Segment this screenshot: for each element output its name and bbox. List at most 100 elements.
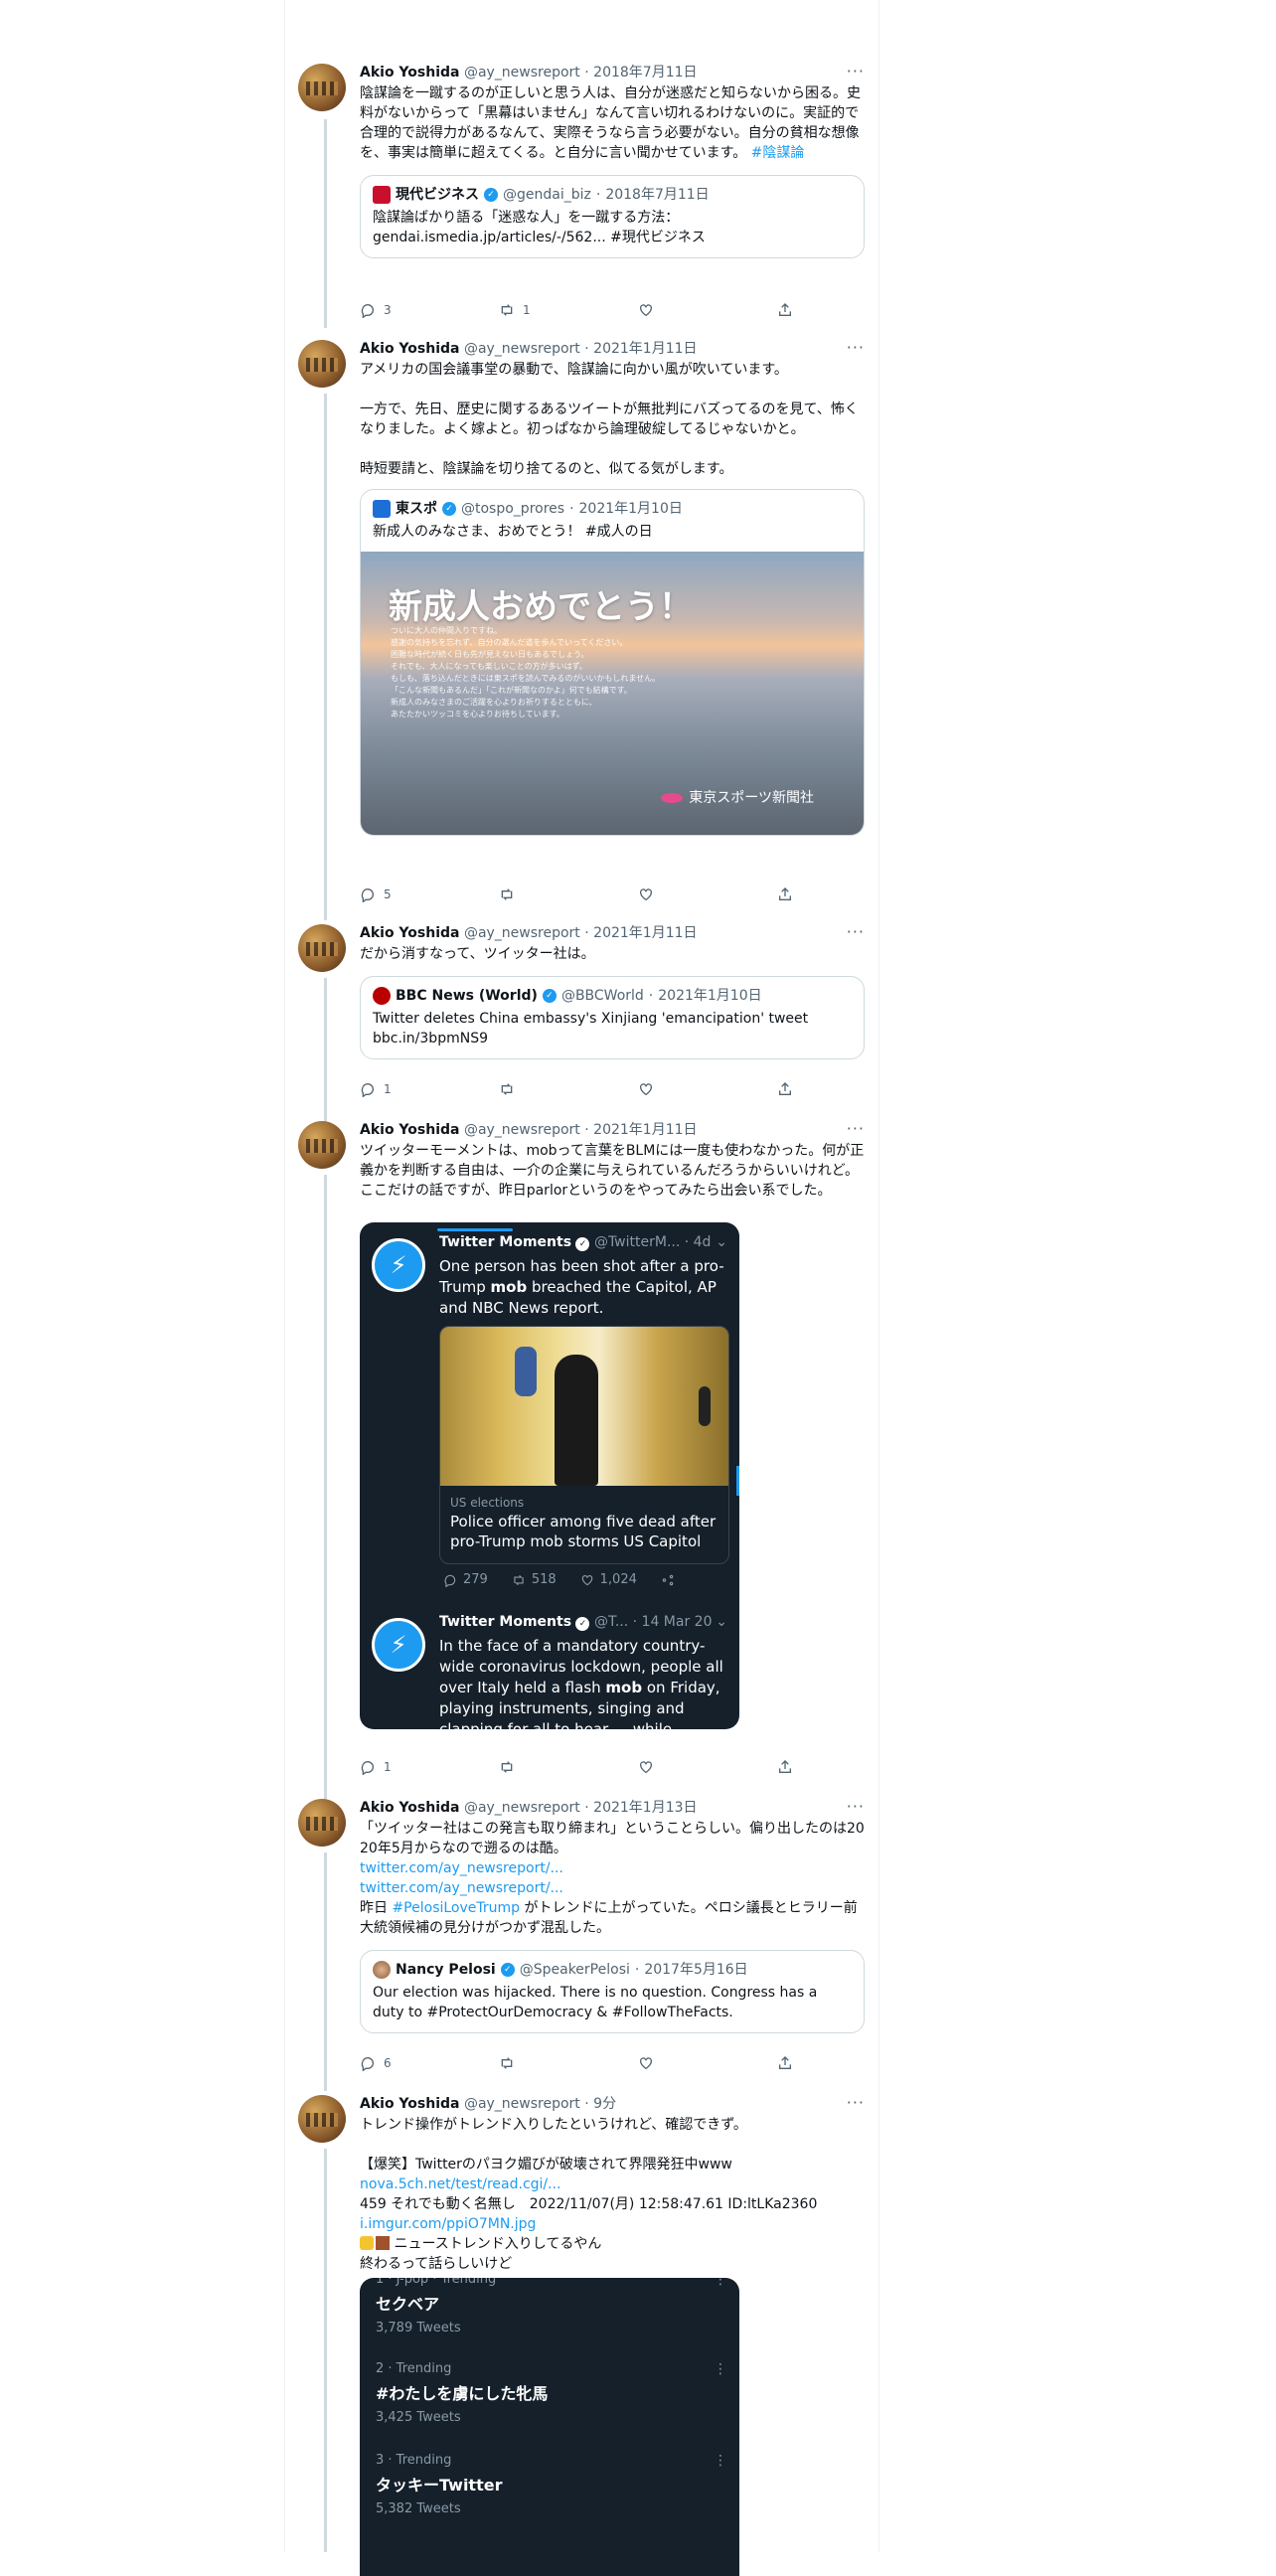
reply-button[interactable]: 3: [360, 300, 469, 320]
share-button[interactable]: [777, 2053, 797, 2073]
tweet-date[interactable]: 2021年1月11日: [593, 341, 697, 357]
timeline-right-border: [878, 0, 879, 2552]
retweet-button[interactable]: 1: [499, 300, 608, 320]
reply-button[interactable]: 5: [360, 885, 469, 904]
twitter-moments-avatar-icon[interactable]: [372, 1618, 425, 1672]
trend-name: タッキーTwitter: [376, 2476, 503, 2495]
quote-author-name: 現代ビジネス: [396, 187, 479, 203]
author-handle[interactable]: @ay_newsreport: [464, 65, 580, 80]
more-options-icon[interactable]: ···: [847, 922, 865, 941]
hashtag-link[interactable]: #PelosiLoveTrump: [392, 1900, 520, 1916]
like-button[interactable]: [638, 1757, 747, 1777]
author-name[interactable]: Akio Yoshida: [360, 1122, 459, 1138]
more-options-icon[interactable]: ···: [847, 1797, 865, 1816]
author-handle[interactable]: @ay_newsreport: [464, 2096, 580, 2112]
tweet-link[interactable]: i.imgur.com/ppiO7MN.jpg: [360, 2214, 865, 2234]
tweet-date[interactable]: 2021年1月11日: [593, 1122, 697, 1138]
avatar[interactable]: [298, 340, 346, 388]
tweet-date[interactable]: 9分: [593, 2096, 616, 2112]
twitter-moments-avatar-icon[interactable]: [372, 1238, 425, 1292]
quote-tweet[interactable]: BBC News (World) ✓ @BBCWorld · 2021年1月10…: [360, 976, 865, 1059]
reply-icon: [361, 1082, 374, 1097]
avatar[interactable]: [298, 1121, 346, 1169]
author-handle[interactable]: @ay_newsreport: [464, 1122, 580, 1138]
share-button[interactable]: [777, 1757, 797, 1777]
trend-item[interactable]: 1 · J-pop · Trending セクベア 3,789 Tweets ⋮: [376, 2278, 727, 2335]
tweet-text: 「ツイッター社はこの発言も取り締まれ」ということらしい。偏り出したのは2020年…: [360, 1819, 865, 1938]
retweet-button[interactable]: [499, 1079, 608, 1099]
author-handle[interactable]: @ay_newsreport: [464, 925, 580, 941]
progress-bar: [437, 1228, 513, 1231]
trend-item[interactable]: 2 · Trending #わたしを虜にした牝馬 3,425 Tweets ⋮: [376, 2361, 727, 2425]
more-options-icon[interactable]: ···: [847, 338, 865, 357]
author-handle[interactable]: @ay_newsreport: [464, 341, 580, 357]
more-options-icon[interactable]: ⋮: [714, 2361, 727, 2377]
avatar[interactable]: [298, 1799, 346, 1847]
author-name[interactable]: Akio Yoshida: [360, 65, 459, 80]
tweet-link[interactable]: nova.5ch.net/test/read.cgi/...: [360, 2174, 865, 2194]
more-options-icon[interactable]: ···: [847, 2093, 865, 2112]
separator: ·: [584, 341, 589, 357]
more-options-icon[interactable]: ⋮: [714, 2278, 727, 2288]
like-button[interactable]: 1,024: [580, 1572, 637, 1587]
tweet-header: Akio Yoshida @ay_newsreport · 2021年1月13日: [360, 1799, 865, 1817]
quote-date: 2018年7月11日: [605, 187, 710, 203]
author-name[interactable]: Akio Yoshida: [360, 341, 459, 357]
tweet-date[interactable]: 2018年7月11日: [593, 65, 697, 80]
bbc-logo-icon: [373, 987, 391, 1005]
avatar[interactable]: [298, 64, 346, 111]
moments-embed[interactable]: Twitter Moments ✓ @TwitterM... · 4d ⌄ On…: [360, 1222, 739, 1729]
like-button[interactable]: [638, 300, 747, 320]
trend-item[interactable]: 3 · Trending タッキーTwitter 5,382 Tweets ⋮: [376, 2453, 727, 2516]
tweet-date[interactable]: 2021年1月13日: [593, 1800, 697, 1816]
quote-tweet[interactable]: 現代ビジネス ✓ @gendai_biz · 2018年7月11日 陰謀論ばかり…: [360, 175, 865, 258]
author-handle[interactable]: @ay_newsreport: [464, 1800, 580, 1816]
reply-button[interactable]: 1: [360, 1757, 469, 1777]
tweet-actions: 1: [360, 1757, 797, 1777]
quote-author-name: Nancy Pelosi: [396, 1962, 496, 1978]
retweet-button[interactable]: [499, 2053, 608, 2073]
chevron-down-icon[interactable]: ⌄: [716, 1234, 727, 1250]
author-name[interactable]: Akio Yoshida: [360, 2096, 459, 2112]
reply-button[interactable]: 6: [360, 2053, 469, 2073]
share-button[interactable]: [777, 885, 797, 904]
reply-button[interactable]: 279: [443, 1572, 488, 1587]
retweet-button[interactable]: [499, 1757, 608, 1777]
thread-line: [324, 978, 327, 1137]
tweet-date[interactable]: 2021年1月11日: [593, 925, 697, 941]
retweet-button[interactable]: [499, 885, 608, 904]
quote-tweet[interactable]: Nancy Pelosi ✓ @SpeakerPelosi · 2017年5月1…: [360, 1950, 865, 2033]
tweet-text-part: 昨日: [360, 1900, 393, 1916]
author-name[interactable]: Akio Yoshida: [360, 925, 459, 941]
trends-screenshot[interactable]: 1 · J-pop · Trending セクベア 3,789 Tweets ⋮…: [360, 2278, 739, 2576]
retweet-button[interactable]: 518: [512, 1572, 557, 1587]
share-icon: [779, 303, 791, 316]
avatar[interactable]: [298, 924, 346, 972]
share-icon: [779, 1082, 791, 1095]
scroll-indicator[interactable]: [736, 1466, 739, 1496]
verified-badge-icon: ✓: [542, 989, 557, 1003]
reply-button[interactable]: 1: [360, 1079, 469, 1099]
quote-image[interactable]: 新成人おめでとう！ ついに大人の仲間入りですね。 感謝の気持ちを忘れず、自分の選…: [361, 552, 864, 835]
like-button[interactable]: [638, 885, 747, 904]
share-button[interactable]: [777, 300, 797, 320]
image-title: 新成人おめでとう！: [389, 587, 693, 627]
more-options-icon[interactable]: ···: [847, 62, 865, 80]
more-options-icon[interactable]: ⋮: [714, 2453, 727, 2469]
author-name[interactable]: Akio Yoshida: [360, 1800, 459, 1816]
heart-icon: [640, 888, 652, 901]
tweet-link[interactable]: twitter.com/ay_newsreport/...: [360, 1878, 865, 1898]
retweet-icon: [501, 2057, 513, 2069]
news-card[interactable]: US elections Police officer among five d…: [439, 1326, 729, 1564]
share-button[interactable]: [661, 1572, 675, 1587]
tweet-link[interactable]: twitter.com/ay_newsreport/...: [360, 1858, 865, 1878]
avatar[interactable]: [298, 2095, 346, 2143]
like-button[interactable]: [638, 1079, 747, 1099]
share-button[interactable]: [777, 1079, 797, 1099]
hashtag-link[interactable]: #陰謀論: [751, 145, 805, 161]
more-options-icon[interactable]: ···: [847, 1119, 865, 1138]
like-button[interactable]: [638, 2053, 747, 2073]
chevron-down-icon[interactable]: ⌄: [716, 1614, 727, 1630]
quote-tweet[interactable]: 東スポ ✓ @tospo_prores · 2021年1月10日 新成人のみなさ…: [360, 489, 865, 836]
quote-author-handle: @BBCWorld: [560, 988, 644, 1004]
